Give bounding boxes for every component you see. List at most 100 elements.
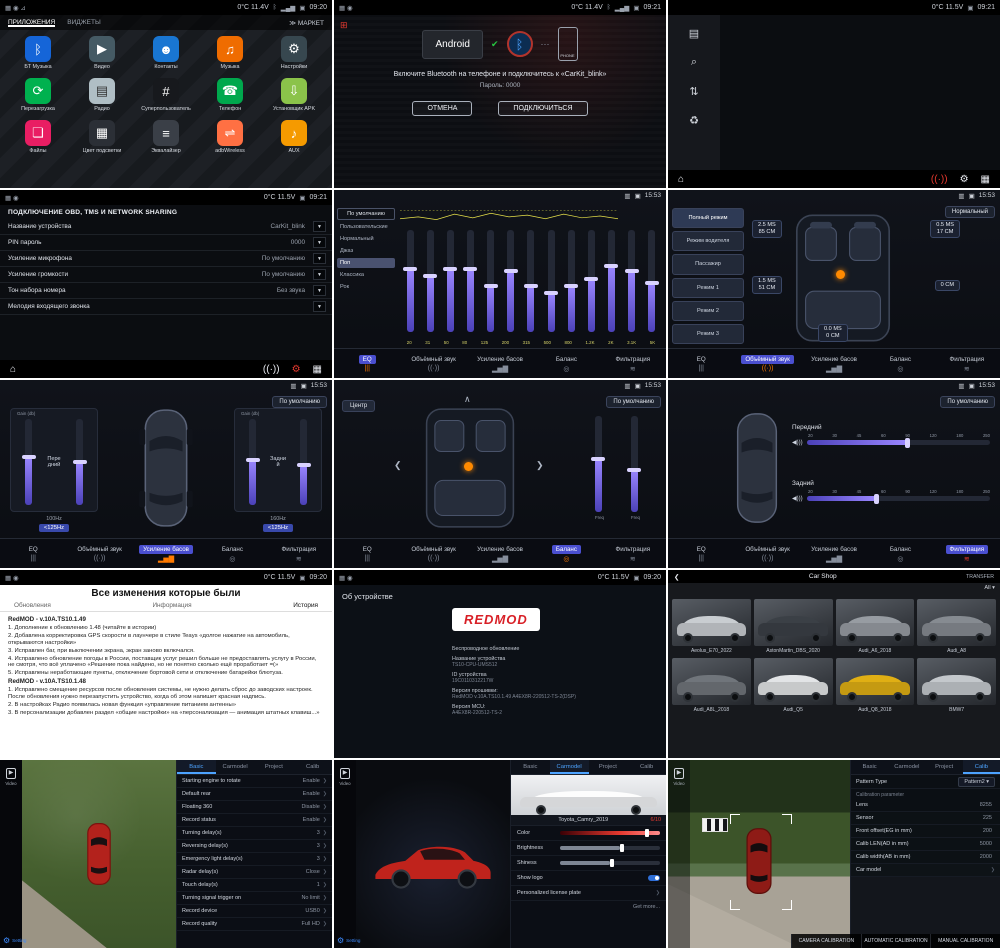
calib-row[interactable]: Calib width(AB in mm)2000 [851,851,1000,864]
tab-bass[interactable]: Усиление басов▂▅▇ [133,539,199,568]
preset-rock[interactable]: Рок [337,282,395,292]
car-tile[interactable]: Audi_Q8_2018 [836,658,915,714]
settings-row[interactable]: Усиление микрофонаПо умолчанию▼ [0,251,332,267]
balance-slider[interactable]: Freq [595,416,604,512]
filter-dropdown[interactable]: All ▾ [984,585,995,591]
car-tile[interactable]: Aeolus_E70_2022 [672,599,751,655]
tab-applications[interactable]: ПРИЛОЖЕНИЯ [8,19,55,27]
settings-row[interactable]: Усиление громкостиПо умолчанию▼ [0,267,332,283]
app-music[interactable]: ♫Музыка [198,36,262,70]
tab-eq[interactable]: EQ||| [668,349,734,378]
tab-project[interactable]: Project [255,760,294,774]
mode-3[interactable]: Режим 3 [672,324,744,344]
mode-1[interactable]: Режим 1 [672,278,744,298]
show-logo-row[interactable]: Show logo [511,871,666,886]
setting-button[interactable]: ⚙Setting [337,936,360,945]
tab-basic[interactable]: Basic [177,760,216,774]
settings-row[interactable]: Turning delay(s)3❯ [177,827,332,840]
tab-surround[interactable]: Объёмный звук((·)) [734,539,800,568]
transfer-link[interactable]: TRANSFER [966,574,994,580]
dropdown-icon[interactable]: ▼ [313,301,326,312]
tab-eq[interactable]: EQ||| [0,539,66,568]
app-video[interactable]: ▶Видео [70,36,134,70]
tab-project[interactable]: Project [926,760,963,774]
automatic-calibration-button[interactable]: AUTOMATIC CALIBRATION [861,934,931,948]
preset-default[interactable]: По умолчанию [337,208,395,220]
eq-band-slider[interactable] [628,230,635,332]
tab-history[interactable]: История [293,602,318,609]
car-tile[interactable]: Audi_A6_2018 [836,599,915,655]
car-tile[interactable]: Audi_A8 [917,599,996,655]
preset-custom[interactable]: Пользовательские [337,222,395,232]
arrow-left-icon[interactable]: ❮ [394,460,402,471]
tab-balance[interactable]: Баланс◎ [867,539,933,568]
front-freq-badge[interactable]: <125Hz [39,524,69,532]
tab-filter[interactable]: Фильтрация≋ [934,349,1000,378]
tab-balance[interactable]: Баланс◎ [533,349,599,378]
mode-full[interactable]: Полный режим [672,208,744,228]
home-icon[interactable]: ⌂ [10,364,16,375]
get-more-link[interactable]: Get more... [511,901,666,913]
settings-row[interactable]: PIN пароль0000▼ [0,235,332,251]
app-settings[interactable]: ⚙Настройки [262,36,326,70]
app-phone[interactable]: ☎Телефон [198,78,262,112]
default-button[interactable]: По умолчанию [940,396,995,408]
preset-normal[interactable]: Нормальный [337,234,395,244]
dropdown-icon[interactable]: ▼ [313,269,326,280]
car-thumbnail[interactable] [511,775,666,815]
preset-pop[interactable]: Поп [337,258,395,268]
eq-band-slider[interactable] [527,230,534,332]
tab-bass[interactable]: Усиление басов▂▅▇ [467,539,533,568]
tab-carmodel[interactable]: Carmodel [216,760,255,774]
app-aux[interactable]: ♪AUX [262,120,326,154]
tab-balance[interactable]: Баланс◎ [199,539,265,568]
listening-position-dot[interactable] [836,270,845,279]
arrow-up-icon[interactable]: ∧ [464,394,471,405]
setting-button[interactable]: ⚙Setting [3,936,26,945]
logo-toggle[interactable] [648,875,660,881]
gear-icon[interactable]: ⚙ [292,364,301,375]
tab-eq[interactable]: EQ||| [668,539,734,568]
default-button[interactable]: По умолчанию [606,396,661,408]
camera-calibration-button[interactable]: CAMERA CALIBRATION [791,934,861,948]
tab-carmodel[interactable]: Carmodel [888,760,925,774]
color-row[interactable]: Color [511,826,666,841]
tab-widgets[interactable]: ВИДЖЕТЫ [67,19,100,26]
tab-surround[interactable]: Объёмный звук((·)) [400,349,466,378]
calib-row[interactable]: Sensor225 [851,812,1000,825]
car-tile[interactable]: BMW7 [917,658,996,714]
balance-slider[interactable]: Freq [631,416,640,512]
video-icon[interactable]: ▶ [340,768,351,779]
pattern-dropdown[interactable]: Pattern2 ▾ [958,777,995,787]
car-tile[interactable]: Audi_Q5 [754,658,833,714]
mode-passenger[interactable]: Пассажир [672,254,744,274]
tab-filter[interactable]: Фильтрация≋ [600,349,666,378]
mode-2[interactable]: Режим 2 [672,301,744,321]
app-apk-installer[interactable]: ⇩Установщик APK [262,78,326,112]
dropdown-icon[interactable]: ▼ [313,237,326,248]
connect-button[interactable]: ПОДКЛЮЧИТЬСЯ [498,101,587,116]
app-reboot[interactable]: ⟳Перезагрузка [6,78,70,112]
settings-row[interactable]: Touch delay(s)1❯ [177,879,332,892]
settings-row[interactable]: Record qualityFull HD❯ [177,918,332,931]
app-bt-music[interactable]: ᛒБТ Музыка [6,36,70,70]
eq-band-slider[interactable] [507,230,514,332]
bass-gain-slider[interactable] [249,419,256,505]
search-icon[interactable]: ⌕ [691,56,697,69]
shiness-row[interactable]: Shiness [511,856,666,871]
tab-project[interactable]: Project [589,760,628,774]
eq-band-slider[interactable] [588,230,595,332]
car-tile[interactable]: Audi_A8L_2018 [672,658,751,714]
tab-balance[interactable]: Баланс◎ [867,349,933,378]
tab-surround[interactable]: Объёмный звук((·)) [400,539,466,568]
broadcast-icon[interactable]: ((·)) [931,174,948,185]
eq-band-slider[interactable] [648,230,655,332]
bass-gain-slider[interactable] [300,419,307,505]
tab-carmodel[interactable]: Carmodel [550,760,589,774]
brightness-row[interactable]: Brightness [511,841,666,856]
car-model-row[interactable]: Car model❯ [851,864,1000,877]
tab-filter[interactable]: Фильтрация≋ [600,539,666,568]
license-plate-row[interactable]: Personalized license plate❯ [511,886,666,901]
surround-preset-button[interactable]: Нормальный [945,206,995,218]
app-equalizer[interactable]: ≡Эквалайзер [134,120,198,154]
